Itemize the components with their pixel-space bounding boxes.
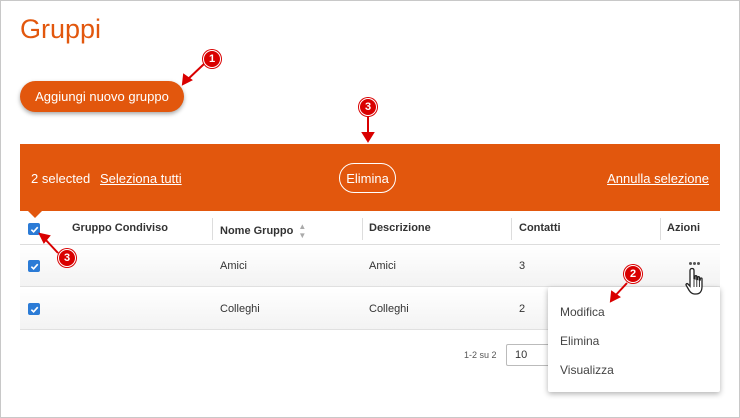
step-marker: 3 <box>58 249 76 267</box>
step-marker: 2 <box>624 265 642 283</box>
annotation-arrows <box>38 63 628 303</box>
arrowhead-icon <box>361 132 375 143</box>
step-marker: 3 <box>359 98 377 116</box>
step-marker: 1 <box>203 50 221 68</box>
